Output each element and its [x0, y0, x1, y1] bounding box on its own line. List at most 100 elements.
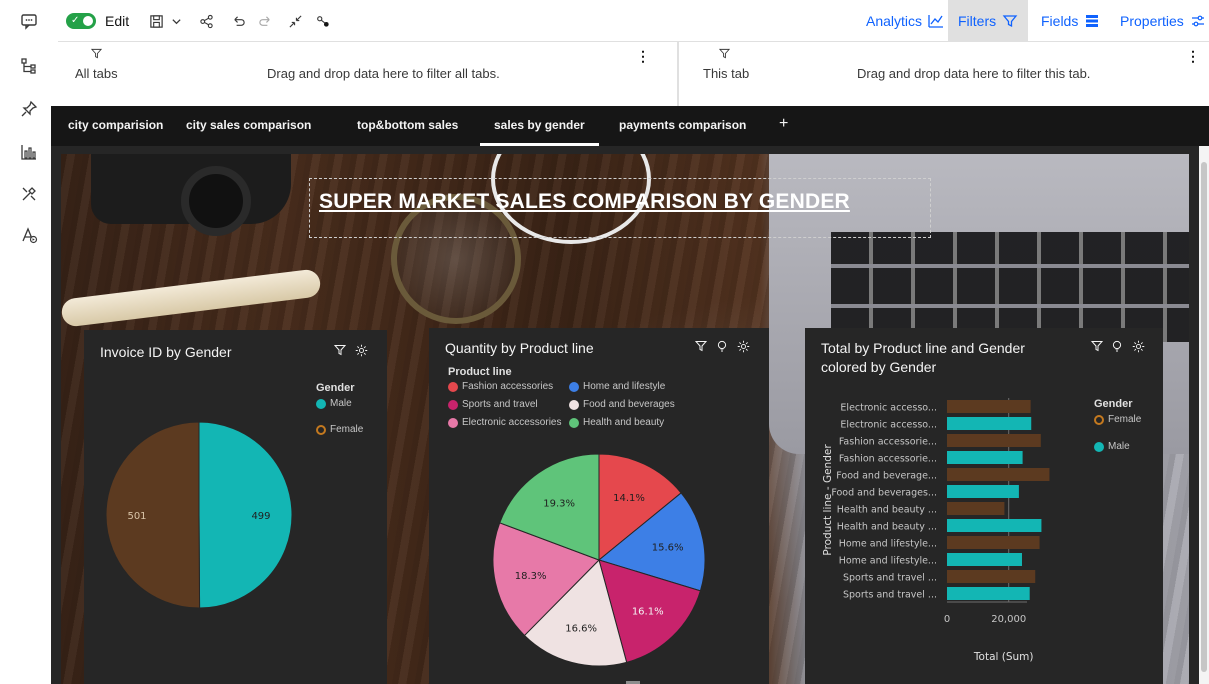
settings-icon[interactable] — [355, 344, 368, 360]
widget-total-by-product-line-gender[interactable]: Total by Product line and Gender colored… — [805, 328, 1163, 684]
legend-swatch — [569, 381, 579, 392]
hierarchy-icon[interactable] — [17, 55, 41, 77]
bar-male[interactable] — [947, 417, 1032, 430]
all-tabs-label: All tabs — [75, 66, 118, 81]
widget-title: Quantity by Product line — [445, 340, 594, 356]
overflow-menu-icon[interactable]: ⋮ — [636, 48, 650, 65]
fields-button[interactable]: Fields — [1031, 0, 1110, 42]
widget-invoice-by-gender[interactable]: Invoice ID by Gender Gender Male Female … — [84, 330, 387, 684]
fields-icon — [1086, 15, 1099, 27]
legend-item-male: Male — [1094, 441, 1130, 452]
legend-label: Sports and travel — [462, 399, 538, 410]
share-icon[interactable] — [196, 11, 216, 31]
dashboard-canvas: SUPER MARKET SALES COMPARISON BY GENDER … — [61, 154, 1189, 684]
tab-top-bottom-sales[interactable]: top&bottom sales — [357, 118, 458, 132]
legend-item-food: Food and beverages — [569, 399, 675, 410]
bar-male[interactable] — [947, 553, 1022, 566]
tab-sales-by-gender[interactable]: sales by gender — [480, 118, 599, 146]
collapse-icon[interactable] — [285, 11, 305, 31]
pie-slice-male[interactable] — [198, 421, 293, 609]
widget-title: Invoice ID by Gender — [100, 344, 232, 360]
x-tick-label: 20,000 — [991, 614, 1026, 625]
properties-icon — [1191, 15, 1204, 27]
properties-button[interactable]: Properties — [1110, 0, 1209, 42]
settings-icon[interactable] — [737, 340, 750, 356]
filters-label: Filters — [958, 13, 997, 29]
gender-pie-chart: 499 501 — [105, 421, 293, 609]
legend-swatch — [448, 399, 458, 410]
background-keyboard-row — [831, 264, 1189, 268]
top-toolbar: ✓ Edit Analytics Filters Fields Properti… — [58, 0, 1209, 42]
insight-icon[interactable] — [716, 340, 728, 355]
bar-female[interactable] — [947, 434, 1041, 447]
bar-female[interactable] — [947, 468, 1050, 481]
insight-icon[interactable] — [1111, 340, 1123, 355]
bar-chart-icon[interactable] — [17, 141, 41, 163]
this-tab-label: This tab — [703, 66, 750, 81]
y-tick-label: Electronic accesso... — [840, 403, 937, 414]
vertical-scrollbar[interactable] — [1199, 146, 1209, 684]
bar-male[interactable] — [947, 519, 1042, 532]
filter-icon[interactable] — [1090, 340, 1104, 355]
pie-data-label: 14.1% — [613, 493, 645, 504]
y-tick-label: Home and lifestyle... — [839, 539, 937, 550]
legend-swatch — [1094, 414, 1104, 425]
legend-label: Female — [330, 424, 364, 435]
legend-item-electronic: Electronic accessories — [448, 417, 561, 428]
assistant-icon[interactable] — [17, 224, 41, 246]
x-tick-label: 0 — [944, 614, 950, 625]
tab-city-sales-comparison[interactable]: city sales comparison — [186, 118, 311, 132]
bar-male[interactable] — [947, 485, 1019, 498]
legend-label: Female — [1108, 414, 1142, 425]
y-tick-label: Food and beverage... — [836, 471, 937, 482]
legend-label: Fashion accessories — [462, 381, 554, 392]
overflow-menu-icon[interactable]: ⋮ — [1186, 48, 1200, 65]
bar-male[interactable] — [947, 587, 1030, 600]
legend-item-female: Female — [1094, 414, 1141, 425]
legend-swatch — [1094, 441, 1104, 452]
bar-female[interactable] — [947, 536, 1040, 549]
properties-label: Properties — [1120, 13, 1184, 29]
edit-toggle[interactable]: ✓ — [66, 13, 96, 29]
pie-data-label: 15.6% — [652, 542, 684, 553]
filter-icon[interactable] — [694, 340, 708, 355]
chat-icon[interactable] — [17, 10, 41, 32]
pin-icon[interactable] — [17, 98, 41, 120]
scrollbar-thumb[interactable] — [1201, 162, 1207, 672]
filter-icon[interactable] — [333, 344, 347, 359]
filter-icon — [1002, 15, 1018, 28]
bar-female[interactable] — [947, 400, 1031, 413]
add-tab-button[interactable]: + — [779, 115, 788, 133]
undo-icon[interactable] — [228, 11, 248, 31]
widget-quantity-by-product-line[interactable]: Quantity by Product line Product line Fa… — [429, 328, 769, 684]
connect-icon[interactable] — [313, 11, 333, 31]
legend-label: Male — [330, 398, 352, 409]
settings-icon[interactable] — [1132, 340, 1145, 356]
legend-item-sports: Sports and travel — [448, 399, 538, 410]
pie-slice-female[interactable] — [105, 421, 201, 609]
background-keyboard — [831, 232, 1189, 342]
filter-bar: All tabs Drag and drop data here to filt… — [58, 42, 1209, 106]
legend-swatch — [448, 417, 458, 428]
y-tick-label: Fashion accessorie... — [839, 437, 937, 448]
bar-male[interactable] — [947, 451, 1023, 464]
save-icon[interactable] — [146, 11, 166, 31]
tools-icon[interactable] — [17, 183, 41, 205]
chevron-down-icon[interactable] — [166, 11, 186, 31]
tab-city-comparision[interactable]: city comparision — [68, 118, 163, 132]
filters-button[interactable]: Filters — [948, 0, 1029, 42]
redo-icon[interactable] — [255, 11, 275, 31]
analytics-button[interactable]: Analytics — [856, 0, 954, 42]
legend-label: Food and beverages — [583, 399, 675, 410]
legend-swatch — [448, 381, 458, 392]
filter-icon — [90, 48, 103, 62]
y-tick-label: Electronic accesso... — [840, 420, 937, 431]
this-tab-dropzone[interactable]: Drag and drop data here to filter this t… — [857, 66, 1090, 81]
tab-payments-comparison[interactable]: payments comparison — [619, 118, 746, 132]
bar-female[interactable] — [947, 502, 1005, 515]
tab-bar: city comparision city sales comparison t… — [51, 106, 1209, 146]
legend-swatch — [316, 398, 326, 409]
y-tick-label: Sports and travel ... — [843, 590, 937, 601]
all-tabs-dropzone[interactable]: Drag and drop data here to filter all ta… — [267, 66, 500, 81]
bar-female[interactable] — [947, 570, 1036, 583]
